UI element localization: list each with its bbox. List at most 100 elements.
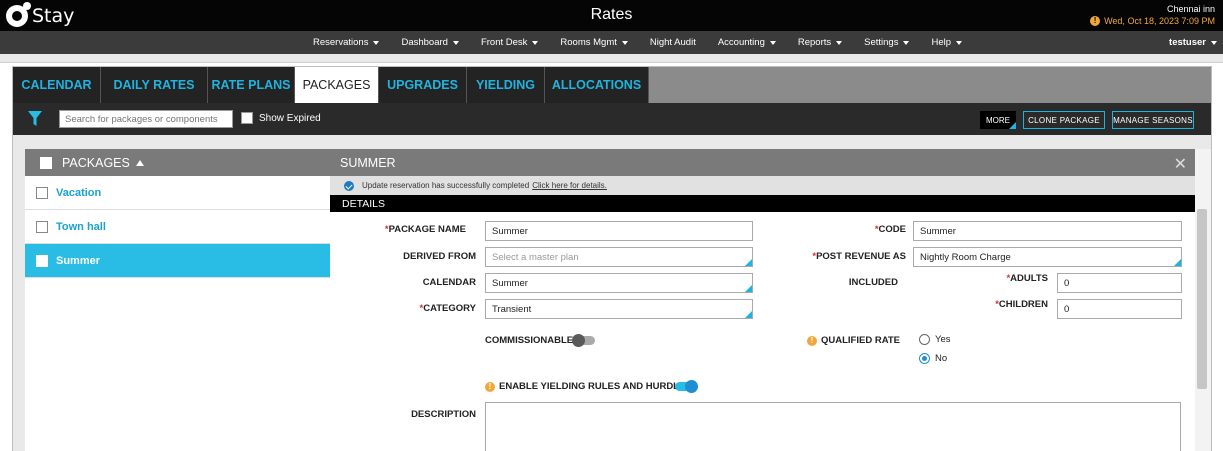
code-label: *CODE bbox=[874, 224, 906, 235]
nav-item-rooms-mgmt[interactable]: Rooms Mgmt bbox=[560, 37, 628, 48]
commissionable-toggle[interactable] bbox=[572, 334, 595, 347]
package-checkbox[interactable] bbox=[36, 254, 48, 267]
nav-item-reservations[interactable]: Reservations bbox=[313, 37, 380, 48]
filter-icon[interactable] bbox=[28, 111, 42, 127]
warning-icon: ! bbox=[1090, 16, 1101, 26]
tab-rate-plans[interactable]: RATE PLANS bbox=[208, 67, 295, 103]
package-name-input[interactable]: Summer bbox=[485, 221, 753, 241]
chevron-down-icon bbox=[1211, 40, 1217, 45]
chevron-down-icon bbox=[373, 40, 380, 45]
select-all-checkbox[interactable] bbox=[40, 156, 52, 169]
user-menu[interactable]: testuser bbox=[1169, 37, 1217, 48]
chevron-down-icon bbox=[836, 40, 843, 45]
page-title: Rates bbox=[590, 6, 633, 23]
logo-icon bbox=[6, 2, 31, 27]
packages-header-label: PACKAGES bbox=[62, 155, 130, 170]
clone-package-button[interactable]: CLONE PACKAGE bbox=[1023, 111, 1105, 129]
chevron-down-icon bbox=[621, 40, 628, 45]
show-expired-checkbox[interactable] bbox=[241, 112, 253, 124]
tab-bar: CALENDAR DAILY RATES RATE PLANS PACKAGES UPG… bbox=[13, 67, 1211, 103]
qualified-no-radio[interactable]: No bbox=[919, 353, 947, 364]
code-input[interactable]: Summer bbox=[913, 221, 1182, 241]
detail-title: SUMMER bbox=[340, 155, 396, 170]
nav-item-accounting[interactable]: Accounting bbox=[718, 37, 776, 48]
packages-list: Vacation Town hall Summer bbox=[25, 176, 330, 278]
chevron-down-icon bbox=[956, 40, 962, 45]
search-input[interactable] bbox=[59, 110, 233, 128]
tab-row: CALENDAR DAILY RATES RATE PLANS PACKAGES UPG… bbox=[13, 67, 649, 103]
post-revenue-label: *POST REVENUE AS bbox=[812, 251, 906, 262]
logo-text: Stay bbox=[32, 5, 75, 27]
detail-header: SUMMER ✕ bbox=[330, 149, 1195, 176]
children-input[interactable]: 0 bbox=[1057, 299, 1182, 319]
nav-item-settings[interactable]: Settings bbox=[864, 37, 910, 48]
top-bar: Stay Rates Chennai inn ! Wed, Oct 18, 20… bbox=[0, 0, 1223, 31]
datetime-text: Wed, Oct 18, 2023 7:09 PM bbox=[1104, 16, 1215, 26]
package-item[interactable]: Town hall bbox=[25, 210, 330, 244]
sort-asc-icon bbox=[135, 159, 144, 166]
category-select[interactable]: Transient bbox=[485, 299, 753, 319]
tab-allocations[interactable]: ALLOCATIONS bbox=[545, 67, 649, 103]
adults-input[interactable]: 0 bbox=[1057, 273, 1182, 293]
package-label: Vacation bbox=[56, 186, 102, 199]
tab-upgrades[interactable]: UPGRADES bbox=[379, 67, 467, 103]
tab-calendar[interactable]: CALENDAR bbox=[13, 67, 101, 103]
close-icon[interactable]: ✕ bbox=[1174, 154, 1187, 174]
packages-panel: PACKAGES Vacation Town hall Summer bbox=[25, 149, 330, 451]
check-circle-icon bbox=[344, 180, 354, 191]
scrollbar[interactable] bbox=[1195, 149, 1211, 451]
description-textarea[interactable] bbox=[485, 402, 1181, 451]
toolbar: Show Expired MORE CLONE PACKAGE MANAGE S… bbox=[13, 103, 1211, 135]
category-label: *CATEGORY bbox=[419, 303, 476, 314]
scroll-thumb[interactable] bbox=[1197, 209, 1207, 389]
success-notice: Update reservation has successfully comp… bbox=[330, 176, 1195, 195]
more-button[interactable]: MORE bbox=[980, 111, 1016, 129]
qualified-rate-label: ! QUALIFIED RATE bbox=[800, 335, 900, 346]
children-label: *CHILDREN bbox=[995, 299, 1048, 310]
main-nav: Reservations Dashboard Front Desk Rooms Mgm… bbox=[0, 31, 1223, 54]
package-checkbox[interactable] bbox=[36, 186, 48, 199]
chevron-down-icon bbox=[452, 40, 459, 45]
packages-header[interactable]: PACKAGES bbox=[25, 149, 330, 176]
details-section-header: DETAILS bbox=[330, 195, 1195, 212]
qualified-yes-radio[interactable]: Yes bbox=[919, 334, 951, 345]
calendar-select[interactable]: Summer bbox=[485, 273, 753, 293]
manage-seasons-button[interactable]: MANAGE SEASONS bbox=[1112, 111, 1194, 129]
info-icon: ! bbox=[807, 336, 817, 346]
description-label: DESCRIPTION bbox=[411, 409, 476, 420]
calendar-label: CALENDAR bbox=[422, 277, 476, 288]
adults-label: *ADULTS bbox=[1006, 273, 1048, 284]
notice-details-link[interactable]: Click here for details. bbox=[532, 181, 607, 190]
package-detail-panel: SUMMER ✕ Update reservation has successf… bbox=[330, 149, 1195, 451]
package-label: Town hall bbox=[56, 220, 106, 233]
derived-from-select[interactable]: Select a master plan bbox=[485, 247, 753, 267]
package-item[interactable]: Vacation bbox=[25, 176, 330, 210]
chevron-down-icon bbox=[903, 40, 910, 45]
tab-packages[interactable]: PACKAGES bbox=[295, 67, 379, 103]
notice-text: Update reservation has successfully comp… bbox=[362, 181, 530, 190]
package-name-label: *PACKAGE NAME bbox=[384, 224, 466, 235]
separator bbox=[0, 54, 1223, 63]
package-checkbox[interactable] bbox=[36, 220, 48, 233]
nav-item-reports[interactable]: Reports bbox=[798, 37, 843, 48]
datetime: ! Wed, Oct 18, 2023 7:09 PM bbox=[1090, 15, 1215, 27]
show-expired-toggle[interactable]: Show Expired bbox=[241, 112, 321, 124]
derived-from-label: DERIVED FROM bbox=[403, 251, 476, 262]
yielding-toggle[interactable] bbox=[675, 380, 698, 393]
show-expired-label: Show Expired bbox=[259, 112, 321, 124]
nav-item-front-desk[interactable]: Front Desk bbox=[481, 37, 539, 48]
included-label: INCLUDED bbox=[848, 277, 898, 288]
package-item[interactable]: Summer bbox=[25, 244, 330, 278]
nav-item-night-audit[interactable]: Night Audit bbox=[650, 37, 696, 48]
info-icon: ! bbox=[485, 382, 495, 392]
tab-daily-rates[interactable]: DAILY RATES bbox=[101, 67, 208, 103]
tab-yielding[interactable]: YIELDING bbox=[467, 67, 545, 103]
logo[interactable]: Stay bbox=[6, 2, 75, 29]
nav-item-dashboard[interactable]: Dashboard bbox=[401, 37, 459, 48]
hotel-info: Chennai inn ! Wed, Oct 18, 2023 7:09 PM bbox=[1090, 3, 1215, 27]
post-revenue-select[interactable]: Nightly Room Charge bbox=[913, 247, 1182, 267]
yielding-label: ! ENABLE YIELDING RULES AND HURDLES bbox=[485, 381, 692, 392]
nav-menu: Reservations Dashboard Front Desk Rooms Mgm… bbox=[313, 31, 984, 54]
package-label: Summer bbox=[56, 254, 101, 267]
nav-item-help[interactable]: Help bbox=[931, 37, 962, 48]
